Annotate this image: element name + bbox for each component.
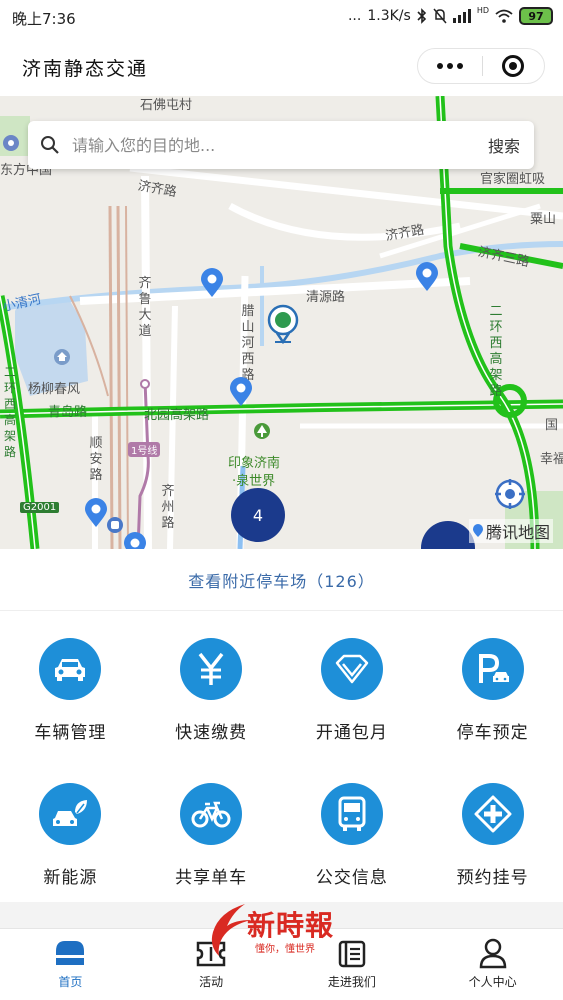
signal-icon <box>452 9 471 23</box>
service-new-energy[interactable]: 新能源 <box>0 757 141 902</box>
map-label-erhuan: 二环西高架路 <box>489 304 503 399</box>
map-label-guo: 国 <box>545 418 559 433</box>
network-speed: 1.3K/s <box>367 8 411 24</box>
services-grid: 车辆管理 快速缴费 开通包月 停车预定 新能源 共享单车 公交信息 预约挂号 <box>0 612 563 902</box>
park-poi-icon <box>254 423 270 439</box>
service-label: 预约挂号 <box>456 868 529 888</box>
yen-icon <box>180 638 243 700</box>
status-right: ... 1.3K/s HD 97 <box>347 5 553 25</box>
service-label: 新能源 <box>43 868 98 888</box>
search-icon <box>28 121 72 169</box>
parking-icon <box>461 638 524 700</box>
service-bike-sharing[interactable]: 共享单车 <box>141 757 282 902</box>
tab-label: 走进我们 <box>327 975 376 989</box>
nearby-parking-link[interactable]: 查看附近停车场（126） <box>0 549 563 611</box>
status-time: 晚上7:36 <box>12 10 76 28</box>
service-label: 停车预定 <box>456 723 529 743</box>
more-dot <box>456 63 463 69</box>
wifi-icon <box>495 9 513 23</box>
service-medical-appointment[interactable]: 预约挂号 <box>422 757 563 902</box>
parking-cluster[interactable]: 4 <box>231 488 285 542</box>
map-label-shifotun: 石佛屯村 <box>140 98 193 113</box>
home-poi-icon <box>54 349 70 365</box>
current-location-icon <box>267 304 299 344</box>
tab-label: 首页 <box>58 975 83 989</box>
car-icon <box>39 638 102 700</box>
search-input[interactable] <box>72 135 474 155</box>
map-label-xinghu: 幸福 <box>540 452 563 467</box>
hd-badge: HD <box>476 5 489 15</box>
tab-profile[interactable]: 个人中心 <box>422 929 563 1000</box>
search-button[interactable]: 搜索 <box>474 133 534 157</box>
bicycle-icon <box>180 783 243 845</box>
status-dots: ... <box>347 8 362 24</box>
miniprogram-capsule <box>417 48 545 84</box>
title-bar: 济南静态交通 <box>0 36 563 96</box>
locate-button[interactable] <box>494 478 526 510</box>
watermark-slogan: 懂你，懂世界 <box>255 944 315 955</box>
map-label-yangliu: 杨柳春风 <box>28 382 81 397</box>
brush-logo-icon <box>211 904 251 956</box>
map-label-qingyuan: 清源路 <box>306 290 346 305</box>
service-vehicle-management[interactable]: 车辆管理 <box>0 612 141 757</box>
tencent-map-icon <box>472 524 483 537</box>
watermark-title: 新時報 <box>247 909 335 942</box>
service-label: 车辆管理 <box>34 723 107 743</box>
more-dots-icon <box>436 63 443 69</box>
map-label-yinxiang: 印象济南 <box>228 456 281 471</box>
bluetooth-icon <box>417 8 426 24</box>
mute-bell-icon <box>433 8 447 24</box>
bus-icon <box>320 783 383 845</box>
news-watermark: 新時報 懂你，懂世界 <box>205 902 365 962</box>
status-bar: 晚上7:36 ... 1.3K/s HD 97 <box>0 0 563 36</box>
close-button[interactable] <box>482 49 544 83</box>
diamond-icon <box>320 638 383 700</box>
target-close-icon <box>502 55 525 77</box>
parking-pin[interactable] <box>200 268 224 298</box>
medical-cross-icon <box>461 783 524 845</box>
tab-home[interactable]: 首页 <box>0 929 141 1000</box>
map-label-suli: 粟山 <box>530 212 557 227</box>
map-label-ring-left: 二环西高架路 <box>3 365 16 459</box>
map-label-qizhou: 齐州路 <box>161 484 175 531</box>
parking-pin[interactable] <box>84 498 108 528</box>
home-icon <box>56 941 85 965</box>
person-icon <box>479 938 506 969</box>
service-bus-info[interactable]: 公交信息 <box>282 757 423 902</box>
tab-label: 活动 <box>199 975 224 989</box>
highway-badge: G2001 <box>20 502 60 513</box>
map-label-qilu: 齐鲁大道 <box>138 276 152 339</box>
tab-label: 个人中心 <box>468 975 517 989</box>
service-label: 开通包月 <box>315 723 388 743</box>
map-brand-label: 腾讯地图 <box>485 523 550 542</box>
page-title: 济南静态交通 <box>22 58 149 80</box>
map-label-quanshijie: ·泉世界 <box>232 474 276 489</box>
more-button[interactable] <box>418 49 482 83</box>
service-label: 共享单车 <box>175 868 248 888</box>
parking-pin[interactable] <box>415 262 439 292</box>
parking-pin[interactable] <box>123 532 147 549</box>
metro-line-badge: 1号线 <box>128 442 161 457</box>
battery-indicator: 97 <box>519 7 553 25</box>
flower-poi-icon <box>3 135 19 151</box>
service-monthly-pass[interactable]: 开通包月 <box>282 612 423 757</box>
more-dot <box>446 63 453 69</box>
map-label-shunan: 顺安路 <box>89 436 103 483</box>
service-parking-reservation[interactable]: 停车预定 <box>422 612 563 757</box>
map-label-beiyuan: 北园高架路 <box>144 408 210 423</box>
map-brand: 腾讯地图 <box>468 519 553 543</box>
map-label-qingdao: 青岛路 <box>48 405 88 420</box>
map-label-lashan: 腊山河西路 <box>241 304 255 383</box>
service-quick-pay[interactable]: 快速缴费 <box>141 612 282 757</box>
eco-car-icon <box>39 783 102 845</box>
map-view[interactable]: 石佛屯村 东方中国 济齐路 济齐路 官家圈虹吸 粟山 小清河 清源路 济齐三路 … <box>0 96 563 549</box>
station-poi-icon <box>107 517 123 533</box>
search-bar: 搜索 <box>28 121 534 169</box>
parking-pin[interactable] <box>229 377 253 407</box>
service-label: 快速缴费 <box>175 723 248 743</box>
map-label-guanjia: 官家圈虹吸 <box>480 172 546 187</box>
service-label: 公交信息 <box>315 868 388 888</box>
